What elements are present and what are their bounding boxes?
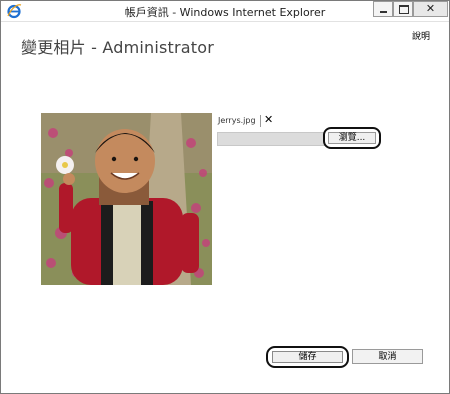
remove-file-icon[interactable]: ✕	[264, 113, 273, 126]
browse-button[interactable]: 瀏覽...	[323, 127, 381, 149]
minimize-button[interactable]	[373, 1, 393, 17]
title-bar[interactable]: 帳戶資訊 - Windows Internet Explorer ✕	[1, 1, 449, 22]
page-title: 變更相片 - Administrator	[21, 38, 215, 57]
save-button[interactable]: 儲存	[266, 346, 349, 368]
file-name: Jerrys.jpg	[218, 116, 256, 125]
user-photo-image	[41, 113, 212, 285]
close-icon: ✕	[425, 2, 436, 15]
close-button[interactable]: ✕	[413, 1, 448, 17]
maximize-icon	[399, 5, 409, 14]
ie-window: 帳戶資訊 - Windows Internet Explorer ✕ 說明 變更…	[0, 0, 450, 394]
cancel-button[interactable]: 取消	[352, 349, 423, 364]
file-name-divider	[260, 115, 261, 127]
file-path-field[interactable]	[217, 132, 327, 146]
browse-button-label: 瀏覽...	[328, 132, 376, 144]
maximize-button[interactable]	[393, 1, 413, 17]
help-link[interactable]: 說明	[412, 29, 430, 42]
minimize-icon	[380, 11, 387, 13]
save-button-label: 儲存	[272, 351, 343, 363]
user-photo	[41, 113, 212, 285]
